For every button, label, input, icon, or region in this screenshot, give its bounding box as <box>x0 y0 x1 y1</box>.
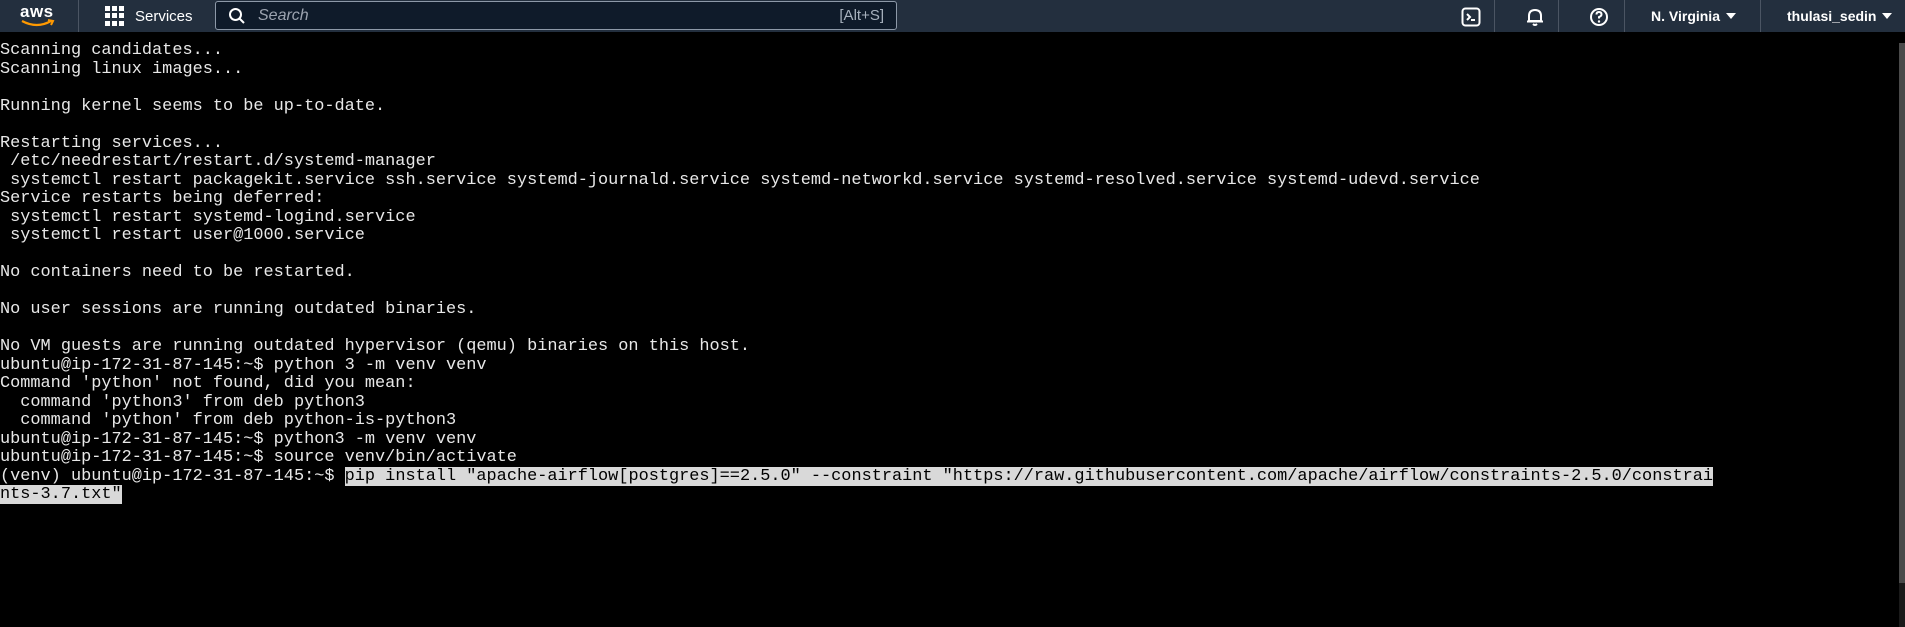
nav-divider <box>1624 0 1625 32</box>
terminal-line: No user sessions are running outdated bi… <box>0 300 477 319</box>
nav-divider <box>1558 0 1559 32</box>
aws-smile-icon <box>21 19 55 27</box>
nav-divider <box>1760 0 1761 32</box>
search-bar[interactable]: [Alt+S] <box>215 1 897 30</box>
terminal-line: Running kernel seems to be up-to-date. <box>0 96 386 116</box>
terminal-output[interactable]: Scanning candidates... Scanning linux im… <box>0 40 1905 627</box>
bell-icon[interactable] <box>1524 6 1546 28</box>
search-input[interactable] <box>256 5 840 26</box>
selected-command-text-wrap[interactable]: nts-3.7.txt" <box>0 485 122 504</box>
services-label: Services <box>135 7 193 25</box>
terminal-command-line[interactable]: (venv) ubuntu@ip-172-31-87-145:~$ pip in… <box>0 466 1714 488</box>
help-icon[interactable] <box>1588 6 1610 28</box>
terminal-scrollbar-thumb[interactable] <box>1899 43 1905 583</box>
terminal-prompt: (venv) ubuntu@ip-172-31-87-145:~$ <box>0 466 345 486</box>
nav-divider <box>78 0 79 32</box>
terminal-line: Scanning linux images... <box>0 59 244 79</box>
caret-down-icon <box>1725 13 1736 19</box>
account-username: thulasi_sedin <box>1787 8 1877 24</box>
aws-logo[interactable]: aws <box>20 2 64 30</box>
region-label: N. Virginia <box>1651 8 1720 24</box>
nav-divider <box>1494 0 1495 32</box>
search-shortcut-hint: [Alt+S] <box>839 7 884 24</box>
region-selector[interactable]: N. Virginia <box>1651 0 1736 32</box>
services-menu-button[interactable]: Services <box>105 0 193 32</box>
grid-icon <box>105 6 125 26</box>
terminal-line: No containers need to be restarted. <box>0 263 355 282</box>
terminal-command-wrap[interactable]: nts-3.7.txt" <box>0 484 122 506</box>
selected-command-text[interactable]: pip install "apache-airflow[postgres]==2… <box>344 466 1714 486</box>
caret-down-icon <box>1882 13 1893 19</box>
search-icon <box>229 7 245 24</box>
account-menu[interactable]: thulasi_sedin <box>1787 0 1893 32</box>
cloudshell-icon[interactable] <box>1460 6 1482 28</box>
terminal-line: systemctl restart user@1000.service <box>0 226 365 245</box>
top-navigation-bar: aws Services [Alt+S] <box>0 0 1905 32</box>
